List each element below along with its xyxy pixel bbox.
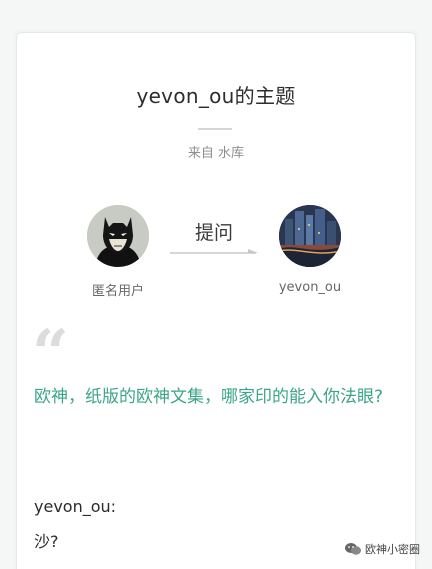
- watermark-text: 欧神小密圈: [365, 543, 420, 556]
- quote-mark-icon: “: [32, 316, 69, 391]
- arrow-right-icon: [170, 249, 258, 254]
- page: yevon_ou的主题 来自 水库 匿名用户 提问 yevon_ou “ 欧神，…: [0, 0, 432, 569]
- answerer-avatar[interactable]: [279, 205, 341, 267]
- wechat-icon: [345, 543, 361, 555]
- answer-username[interactable]: yevon_ou:: [34, 497, 116, 516]
- answer-text: 沙?: [34, 532, 59, 551]
- answerer-name[interactable]: yevon_ou: [250, 280, 370, 295]
- masked-hero-icon: [87, 205, 149, 267]
- question-text: 欧神，纸版的欧神文集，哪家印的能入你法眼?: [34, 387, 384, 407]
- title-divider: [198, 128, 232, 130]
- watermark: 欧神小密圈: [344, 541, 420, 557]
- asker-name[interactable]: 匿名用户: [58, 280, 178, 299]
- topic-card: [16, 32, 416, 569]
- topic-source: 来自 水库: [187, 146, 245, 161]
- city-photo-icon: [279, 205, 341, 267]
- ask-label: 提问: [194, 222, 233, 244]
- page-title: yevon_ou的主题: [136, 84, 296, 108]
- asker-avatar[interactable]: [87, 205, 149, 267]
